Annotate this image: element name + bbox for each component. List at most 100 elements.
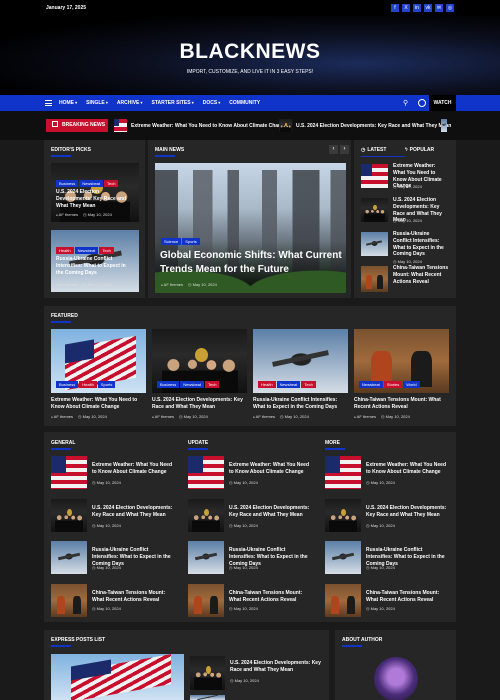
nav-archive[interactable]: ARCHIVE xyxy=(117,100,143,106)
article-thumbnail[interactable] xyxy=(188,541,224,574)
article-thumbnail[interactable] xyxy=(188,499,224,532)
tag[interactable]: Newsbeat xyxy=(276,381,301,388)
ticker-item[interactable]: Extreme Weather: What You Need to Know A… xyxy=(114,119,287,132)
article-title[interactable]: Extreme Weather: What You Need to Know A… xyxy=(366,462,450,476)
article-thumbnail[interactable] xyxy=(361,232,388,256)
tag[interactable]: Sports xyxy=(182,238,200,245)
article-title[interactable]: Russia-Ukraine Conflict Intensifies: Wha… xyxy=(253,397,348,411)
article-title[interactable]: U.S. 2024 Election Developments: Key Rac… xyxy=(230,660,322,674)
article-thumbnail[interactable] xyxy=(361,266,388,292)
article-date: May 10, 2024 xyxy=(83,282,112,287)
tag[interactable]: Tech xyxy=(205,381,220,388)
article-title[interactable]: Russia-Ukraine Conflict Intensifies: Wha… xyxy=(393,231,449,258)
ticker-item[interactable] xyxy=(441,119,447,132)
watch-button[interactable]: WATCH xyxy=(429,95,456,111)
article-thumbnail[interactable] xyxy=(51,541,87,574)
article-thumbnail[interactable] xyxy=(361,198,388,222)
tag[interactable]: Newsbeat xyxy=(79,180,104,187)
dark-mode-toggle-icon[interactable] xyxy=(418,99,426,107)
menu-icon[interactable] xyxy=(45,100,52,106)
article-thumbnail[interactable] xyxy=(325,456,361,489)
tag[interactable]: Science xyxy=(161,238,182,245)
article-thumbnail[interactable] xyxy=(188,584,224,617)
article-title[interactable]: China-Taiwan Tensions Mount: What Recent… xyxy=(92,590,176,604)
article-title[interactable]: U.S. 2024 Election Developments: Key Rac… xyxy=(56,189,134,209)
article-thumbnail[interactable] xyxy=(51,499,87,532)
article-title[interactable]: Extreme Weather: What You Need to Know A… xyxy=(92,462,176,476)
article-author[interactable]: AF themes xyxy=(152,414,174,419)
nav-single[interactable]: SINGLE xyxy=(86,100,108,106)
nav-docs[interactable]: DOCS xyxy=(203,100,221,106)
article-title[interactable]: U.S. 2024 Election Developments: Key Rac… xyxy=(229,505,313,519)
chevron-left-icon[interactable]: ‹ xyxy=(329,145,338,154)
x-icon[interactable]: X xyxy=(402,4,410,12)
article-meta: May 10, 2024 xyxy=(393,184,422,189)
article-meta: May 10, 2024 xyxy=(230,678,259,683)
tag[interactable]: Newsbeat xyxy=(359,381,383,388)
tag[interactable]: World xyxy=(403,381,420,388)
tag[interactable]: Health xyxy=(79,381,97,388)
article-author[interactable]: AF themes xyxy=(51,414,73,419)
tag[interactable]: Newsbeat xyxy=(74,247,99,254)
ticker-item[interactable]: U.S. 2024 Election Developments: Key Rac… xyxy=(279,119,451,132)
instagram-icon[interactable]: ◎ xyxy=(446,4,454,12)
article-author[interactable]: AF themes xyxy=(354,414,376,419)
tag[interactable]: Tech xyxy=(104,180,119,187)
article-date: May 10, 2024 xyxy=(393,184,422,189)
tag[interactable]: Health xyxy=(56,247,74,254)
article-meta: May 10, 2024 xyxy=(92,606,121,611)
nav-home[interactable]: HOME xyxy=(59,100,77,106)
article-title[interactable]: Extreme Weather: What You Need to Know A… xyxy=(51,397,146,411)
tag[interactable]: Business xyxy=(56,381,79,388)
telegram-icon[interactable]: ✉ xyxy=(435,4,443,12)
site-title[interactable]: BLACKNEWS xyxy=(0,40,500,64)
nav-community[interactable]: COMMUNITY xyxy=(229,100,260,106)
vk-icon[interactable]: vk xyxy=(424,4,432,12)
article-title[interactable]: China-Taiwan Tensions Mount: What Recent… xyxy=(393,265,449,285)
nav-starter-sites[interactable]: STARTER SITES xyxy=(152,100,194,106)
tag[interactable]: Business xyxy=(157,381,180,388)
tab-popular[interactable]: ϟ POPULAR xyxy=(405,147,449,157)
article-title[interactable]: U.S. 2024 Election Developments: Key Rac… xyxy=(92,505,176,519)
tag[interactable]: Health xyxy=(258,381,276,388)
article-title[interactable]: U.S. 2024 Election Developments: Key Rac… xyxy=(366,505,450,519)
facebook-icon[interactable]: f xyxy=(391,4,399,12)
article-thumbnail[interactable] xyxy=(361,164,388,188)
article-title[interactable]: China-Taiwan Tensions Mount: What Recent… xyxy=(354,397,449,411)
article-title[interactable]: U.S. 2024 Election Developments: Key Rac… xyxy=(152,397,247,411)
article-date: May 10, 2024 xyxy=(366,565,395,570)
article-thumbnail[interactable] xyxy=(190,656,225,690)
article-title[interactable]: Russia-Ukraine Conflict Intensifies: Wha… xyxy=(56,256,134,276)
article-thumbnail[interactable] xyxy=(51,456,87,489)
article-thumbnail[interactable] xyxy=(325,541,361,574)
article-image[interactable] xyxy=(51,654,184,700)
article-date: May 10, 2024 xyxy=(366,606,395,611)
tag[interactable]: Tech xyxy=(301,381,316,388)
article-date: May 10, 2024 xyxy=(381,414,410,419)
article-thumbnail[interactable] xyxy=(190,695,225,700)
article-title[interactable]: China-Taiwan Tensions Mount: What Recent… xyxy=(366,590,450,604)
tag[interactable]: Business xyxy=(56,180,79,187)
linkedin-icon[interactable]: in xyxy=(413,4,421,12)
tag[interactable]: Stories xyxy=(383,381,403,388)
article-author[interactable]: AF themes xyxy=(161,282,183,287)
article-title[interactable]: China-Taiwan Tensions Mount: What Recent… xyxy=(229,590,313,604)
main-news-headline[interactable]: Global Economic Shifts: What Current Tre… xyxy=(160,249,342,276)
article-thumbnail[interactable] xyxy=(325,499,361,532)
tag[interactable]: Sports xyxy=(97,381,116,388)
article-author[interactable]: AF themes xyxy=(253,414,275,419)
tag[interactable]: Newsbeat xyxy=(180,381,205,388)
article-date: May 10, 2024 xyxy=(78,414,107,419)
article-date: May 10, 2024 xyxy=(393,259,422,264)
article-thumbnail[interactable] xyxy=(51,584,87,617)
article-title[interactable]: Extreme Weather: What You Need to Know A… xyxy=(229,462,313,476)
tab-latest[interactable]: ◷ LATEST xyxy=(361,147,405,157)
article-author[interactable]: AF themes xyxy=(56,212,78,217)
article-thumbnail[interactable] xyxy=(188,456,224,489)
article-thumbnail[interactable] xyxy=(325,584,361,617)
tag[interactable]: Tech xyxy=(99,247,114,254)
search-icon[interactable]: ⚲ xyxy=(403,99,408,107)
chevron-right-icon[interactable]: › xyxy=(340,145,349,154)
article-author[interactable]: AF themes xyxy=(56,282,78,287)
author-avatar[interactable] xyxy=(374,657,418,700)
